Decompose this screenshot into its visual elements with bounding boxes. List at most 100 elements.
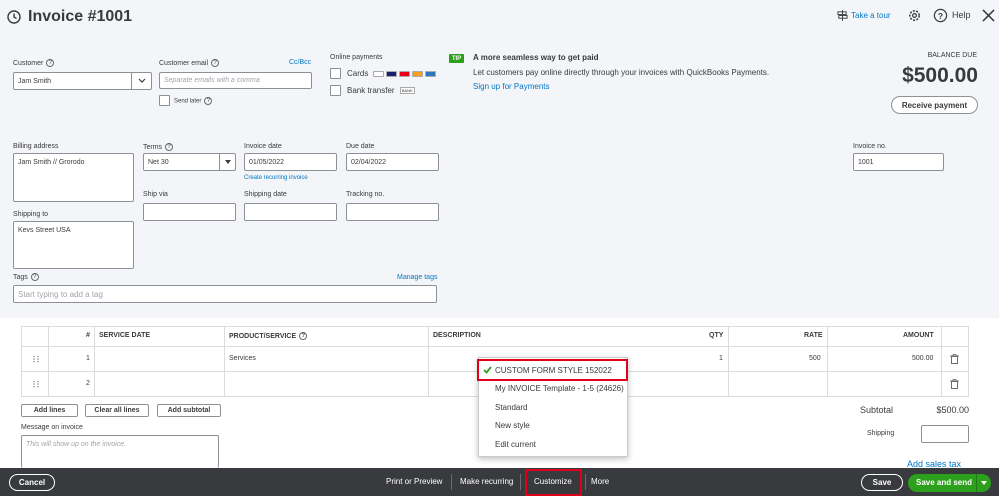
invoice-date-input[interactable]: 01/05/2022 [244, 153, 337, 171]
visa-icon [385, 70, 397, 77]
customer-email-input[interactable]: Separate emails with a comma [159, 72, 312, 89]
send-later-checkbox[interactable] [159, 95, 170, 106]
make-recurring-button[interactable]: Make recurring [460, 477, 513, 486]
balance-due-amount: $500.00 [902, 64, 978, 87]
create-recurring-invoice-link[interactable]: Create recurring invoice [244, 175, 308, 181]
tip-badge: TIP [449, 54, 464, 63]
shipping-date-label: Shipping date [244, 191, 287, 198]
take-a-tour-link[interactable]: Take a tour [851, 11, 891, 20]
row-1-num: 1 [86, 355, 90, 362]
col-header-amount: AMOUNT [903, 332, 934, 339]
drag-handle-icon[interactable] [32, 380, 40, 388]
drag-handle-icon[interactable] [32, 355, 40, 363]
send-later-label: Send later? [174, 97, 213, 105]
info-icon: ? [204, 97, 213, 105]
subtotal-value: $500.00 [936, 405, 969, 415]
caret-down-icon[interactable] [981, 481, 987, 485]
terms-select[interactable]: Net 30 [143, 153, 236, 171]
col-header-qty: QTY [709, 332, 724, 339]
save-and-send-button[interactable]: Save and send [908, 474, 991, 492]
shipping-date-input[interactable] [244, 203, 337, 221]
clear-all-lines-button[interactable]: Clear all lines [85, 404, 149, 417]
online-payments-label: Online payments [330, 54, 383, 61]
checkmark-icon [483, 366, 492, 374]
customize-button[interactable]: Customize [534, 477, 572, 486]
menu-item-my-invoice-template[interactable]: My INVOICE Template - 1-5 (24626) [495, 384, 624, 393]
shipping-to-input[interactable]: Kevs Street USA [13, 221, 134, 269]
row-1-rate[interactable]: 500 [809, 355, 821, 362]
message-on-invoice-input[interactable]: This will show up on the invoice. [21, 435, 219, 468]
customer-value: Jam Smith [18, 77, 52, 85]
more-button[interactable]: More [591, 477, 609, 486]
trash-icon[interactable] [950, 354, 959, 364]
info-icon: ? [211, 59, 220, 67]
col-header-service-date: SERVICE DATE [99, 332, 151, 339]
col-header-description: DESCRIPTION [433, 332, 481, 339]
row-1-amount[interactable]: 500.00 [912, 355, 933, 362]
message-on-invoice-label: Message on invoice [21, 424, 83, 431]
receive-payment-button[interactable]: Receive payment [891, 96, 978, 114]
menu-item-edit-current[interactable]: Edit current [495, 440, 536, 449]
row-1-qty[interactable]: 1 [719, 355, 723, 362]
tags-label: Tags? [13, 273, 39, 281]
row-1-product[interactable]: Services [229, 355, 256, 362]
invoice-date-label: Invoice date [244, 143, 282, 150]
bank-icon: BANK [399, 87, 415, 95]
menu-item-new-style[interactable]: New style [495, 421, 530, 430]
info-icon: ? [30, 273, 39, 281]
sign-up-payments-link[interactable]: Sign up for Payments [473, 82, 549, 91]
balance-due-label: BALANCE DUE [927, 52, 977, 59]
customer-select[interactable]: Jam Smith [13, 72, 152, 90]
col-header-num: # [86, 332, 90, 339]
shipping-label: Shipping [867, 430, 895, 437]
menu-item-custom-form-style[interactable]: CUSTOM FORM STYLE 152022 [495, 366, 612, 375]
billing-address-label: Billing address [13, 143, 59, 150]
bank-transfer-checkbox[interactable] [330, 85, 341, 96]
chevron-down-icon[interactable] [131, 73, 151, 89]
add-subtotal-button[interactable]: Add subtotal [157, 404, 221, 417]
invoice-no-label: Invoice no. [853, 143, 887, 150]
print-or-preview-button[interactable]: Print or Preview [386, 477, 442, 486]
help-link[interactable]: Help [952, 10, 971, 20]
trash-icon[interactable] [950, 379, 959, 389]
subtotal-label: Subtotal [860, 405, 894, 415]
close-icon[interactable] [982, 9, 995, 22]
caret-down-icon[interactable] [219, 154, 235, 170]
customer-email-label: Customer email? [159, 59, 220, 67]
save-button[interactable]: Save [861, 474, 903, 491]
customer-label: Customer? [13, 59, 55, 67]
terms-label: Terms? [143, 143, 174, 151]
page-title: Invoice #1001 [28, 8, 133, 25]
tracking-no-label: Tracking no. [346, 191, 385, 198]
cards-checkbox[interactable] [330, 68, 341, 79]
customize-dropdown-menu: CUSTOM FORM STYLE 152022 My INVOICE Temp… [477, 357, 628, 457]
cc-bcc-link[interactable]: Cc/Bcc [289, 59, 311, 66]
cancel-button[interactable]: Cancel [9, 474, 55, 491]
menu-item-standard[interactable]: Standard [495, 403, 527, 412]
manage-tags-link[interactable]: Manage tags [397, 274, 437, 281]
svg-text:?: ? [938, 11, 943, 21]
info-icon: ? [46, 59, 55, 67]
help-icon[interactable]: ? [933, 8, 948, 23]
due-date-label: Due date [346, 143, 375, 150]
tip-body: Let customers pay online directly throug… [473, 68, 770, 77]
tracking-no-input[interactable] [346, 203, 439, 221]
shipping-to-label: Shipping to [13, 211, 49, 218]
invoice-no-input[interactable]: 1001 [853, 153, 944, 171]
bank-transfer-label: Bank transfer BANK [347, 86, 415, 95]
add-lines-button[interactable]: Add lines [21, 404, 78, 417]
billing-address-input[interactable]: Jam Smith // Grorodo [13, 153, 134, 202]
shipping-amount-input[interactable] [921, 425, 969, 443]
ship-via-label: Ship via [143, 191, 168, 198]
signpost-icon[interactable] [837, 10, 848, 21]
history-icon[interactable] [6, 9, 22, 25]
tags-input[interactable]: Start typing to add a tag [13, 285, 437, 303]
due-date-input[interactable]: 02/04/2022 [346, 153, 439, 171]
gear-icon[interactable] [907, 8, 922, 23]
row-2-num: 2 [86, 380, 90, 387]
card-icon [372, 70, 384, 77]
ship-via-input[interactable] [143, 203, 236, 221]
info-icon: ? [299, 332, 308, 340]
cards-label: Cards [347, 69, 436, 78]
amex-icon [424, 70, 436, 77]
